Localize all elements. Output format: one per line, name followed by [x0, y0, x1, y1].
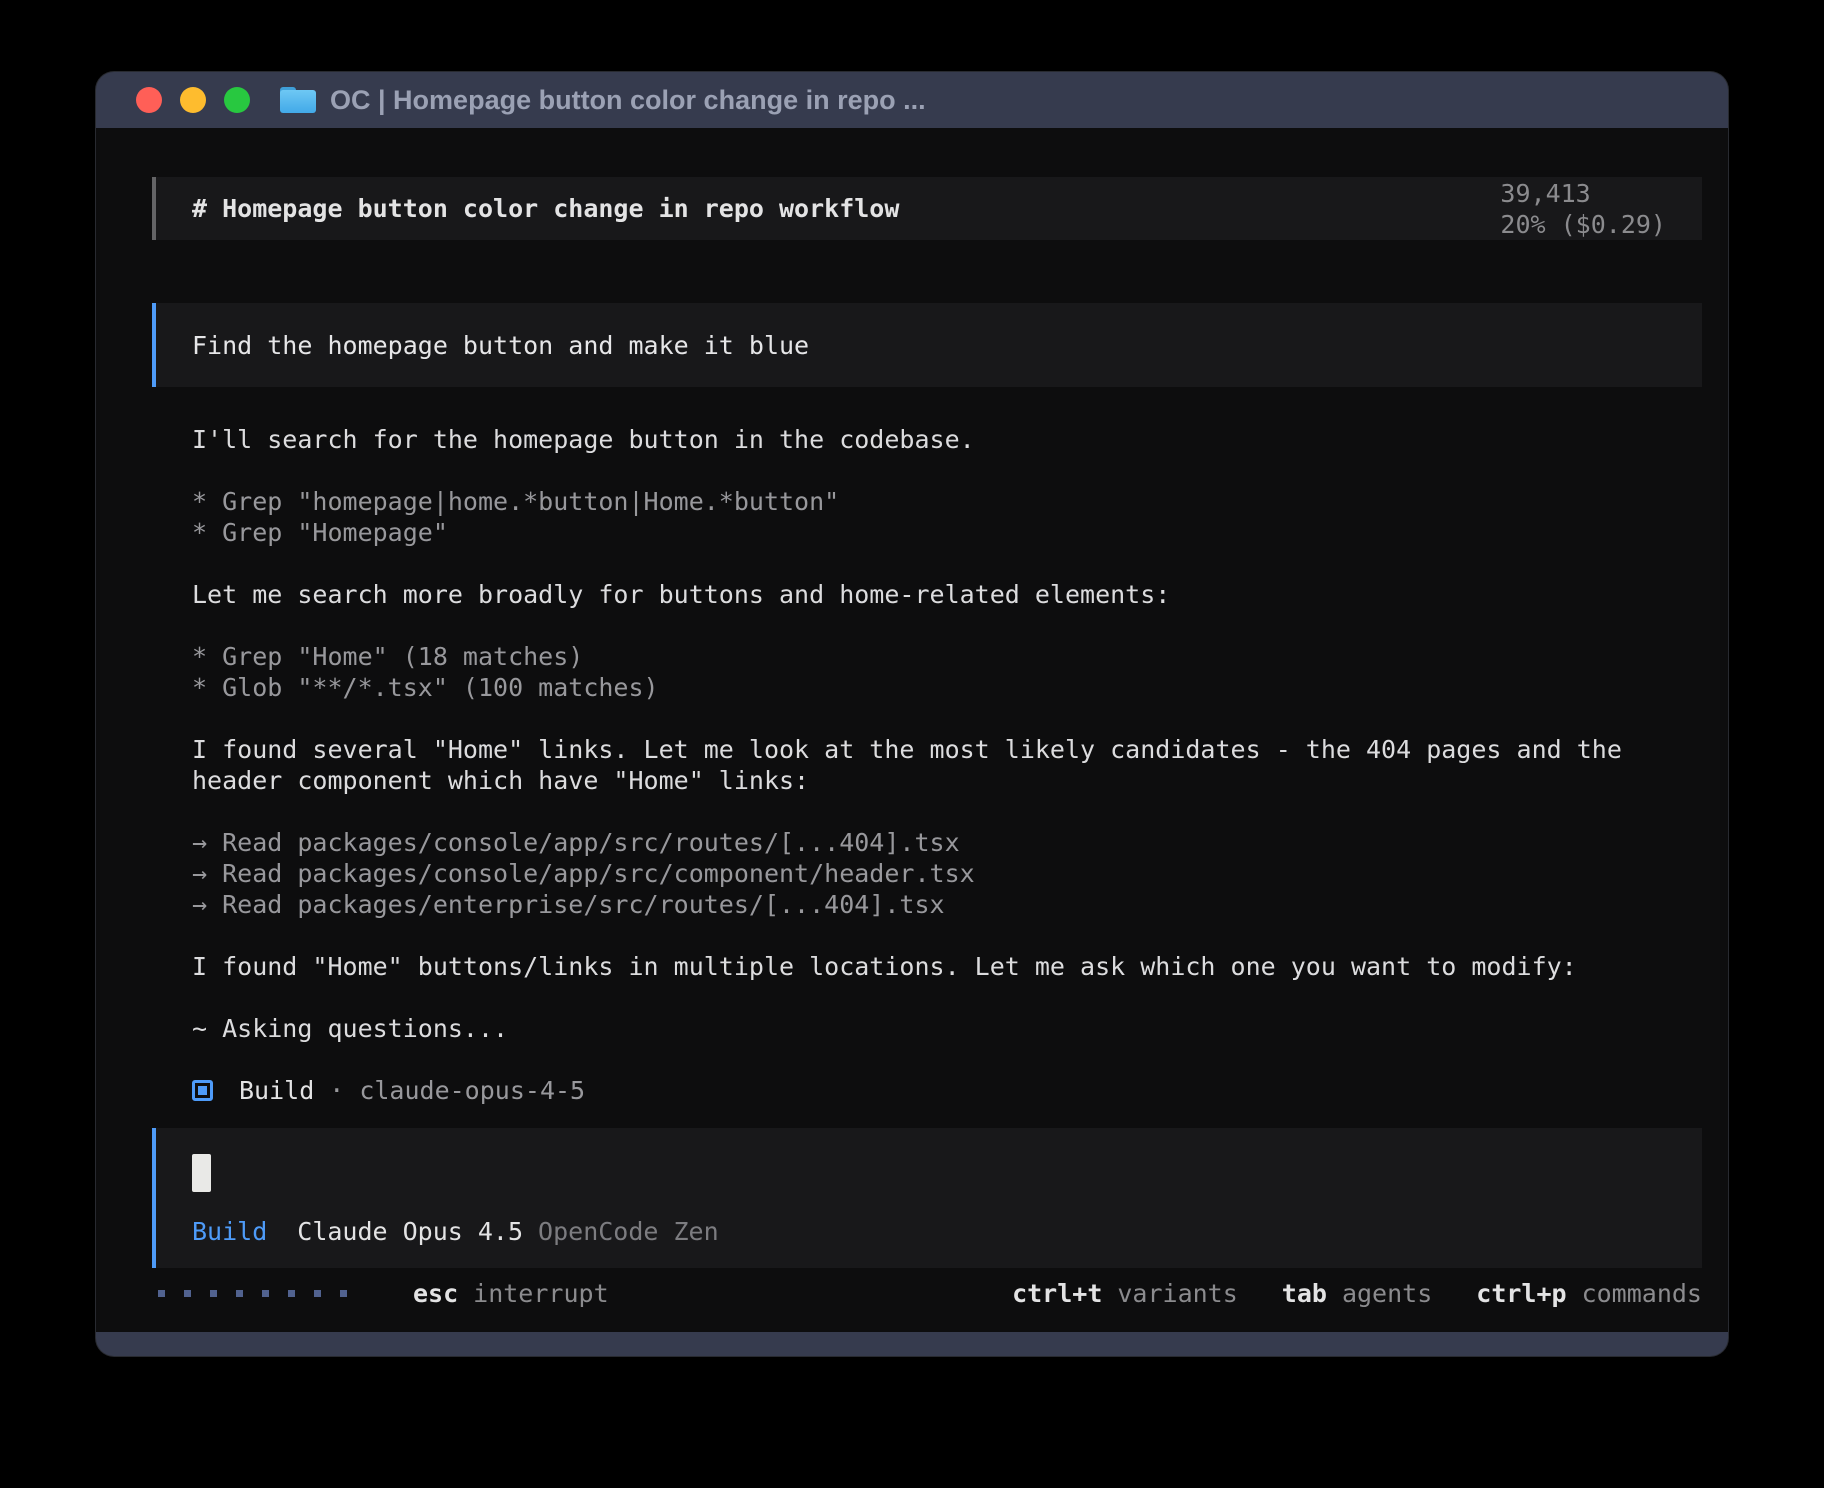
status-line: ~ Asking questions...: [152, 1013, 1702, 1044]
model-row: Build Claude Opus 4.5 OpenCode Zen: [192, 1216, 1666, 1247]
model-provider: OpenCode Zen: [538, 1216, 719, 1247]
user-message-text: Find the homepage button and make it blu…: [192, 330, 809, 361]
tool-call-group: → Read packages/console/app/src/routes/[…: [152, 827, 1702, 920]
footer-right: ctrl+t variants tab agents ctrl+p comman…: [968, 1278, 1702, 1309]
tool-call-read: → Read packages/enterprise/src/routes/[.…: [152, 889, 1702, 920]
ctrl-p-key[interactable]: ctrl+p: [1476, 1278, 1566, 1309]
user-message: Find the homepage button and make it blu…: [152, 303, 1702, 387]
mode-indicator[interactable]: Build: [192, 1216, 267, 1247]
model-name[interactable]: Claude Opus 4.5: [297, 1216, 523, 1247]
session-stats: 39,413 20% ($0.29): [1380, 147, 1666, 271]
assistant-paragraph: I found several "Home" links. Let me loo…: [152, 734, 1702, 796]
session-title: # Homepage button color change in repo w…: [192, 193, 899, 224]
esc-key-label: interrupt: [473, 1278, 608, 1309]
tool-call-group: * Grep "Home" (18 matches) * Glob "**/*.…: [152, 641, 1702, 703]
context-cost: 20% ($0.29): [1500, 210, 1666, 239]
tab-key[interactable]: tab: [1282, 1278, 1327, 1309]
esc-key[interactable]: esc: [413, 1278, 458, 1309]
footer-bar: esc interrupt ctrl+t variants tab agents…: [152, 1278, 1702, 1309]
hint-variants[interactable]: ctrl+t variants: [1012, 1278, 1238, 1309]
agent-model: claude-opus-4-5: [359, 1075, 585, 1106]
zoom-button[interactable]: [224, 87, 250, 113]
agent-name: Build: [239, 1075, 314, 1106]
spinner-dots: [158, 1290, 347, 1297]
tool-call-group: * Grep "homepage|home.*button|Home.*butt…: [152, 486, 1702, 548]
tool-call-grep: * Grep "homepage|home.*button|Home.*butt…: [152, 486, 1702, 517]
agent-row: Build · claude-opus-4-5: [152, 1075, 1702, 1106]
terminal-window: OC | Homepage button color change in rep…: [96, 72, 1728, 1356]
ctrl-t-label: variants: [1117, 1278, 1237, 1309]
assistant-paragraph: I found "Home" buttons/links in multiple…: [152, 951, 1702, 982]
prompt-input[interactable]: Build Claude Opus 4.5 OpenCode Zen: [152, 1128, 1702, 1268]
tool-call-read: → Read packages/console/app/src/componen…: [152, 858, 1702, 889]
terminal-content: # Homepage button color change in repo w…: [96, 128, 1728, 1332]
ctrl-t-key[interactable]: ctrl+t: [1012, 1278, 1102, 1309]
session-header: # Homepage button color change in repo w…: [152, 177, 1702, 240]
title-bar[interactable]: OC | Homepage button color change in rep…: [96, 72, 1728, 128]
minimize-button[interactable]: [180, 87, 206, 113]
hint-commands[interactable]: ctrl+p commands: [1476, 1278, 1702, 1309]
assistant-paragraph: I'll search for the homepage button in t…: [152, 424, 1702, 455]
footer-left: esc interrupt: [158, 1278, 609, 1309]
tool-call-grep: * Grep "Home" (18 matches): [152, 641, 1702, 672]
tool-call-grep: * Grep "Homepage": [152, 517, 1702, 548]
window-title: OC | Homepage button color change in rep…: [330, 85, 926, 116]
folder-icon: [280, 87, 316, 113]
ctrl-p-label: commands: [1582, 1278, 1702, 1309]
assistant-paragraph: Let me search more broadly for buttons a…: [152, 579, 1702, 610]
hint-agents[interactable]: tab agents: [1282, 1278, 1432, 1309]
close-button[interactable]: [136, 87, 162, 113]
tool-call-read: → Read packages/console/app/src/routes/[…: [152, 827, 1702, 858]
token-count: 39,413: [1500, 179, 1590, 208]
text-cursor: [192, 1154, 211, 1192]
traffic-lights: [136, 87, 250, 113]
tab-label: agents: [1342, 1278, 1432, 1309]
agent-build-icon: [192, 1080, 213, 1101]
agent-separator: ·: [329, 1075, 344, 1106]
tool-call-glob: * Glob "**/*.tsx" (100 matches): [152, 672, 1702, 703]
